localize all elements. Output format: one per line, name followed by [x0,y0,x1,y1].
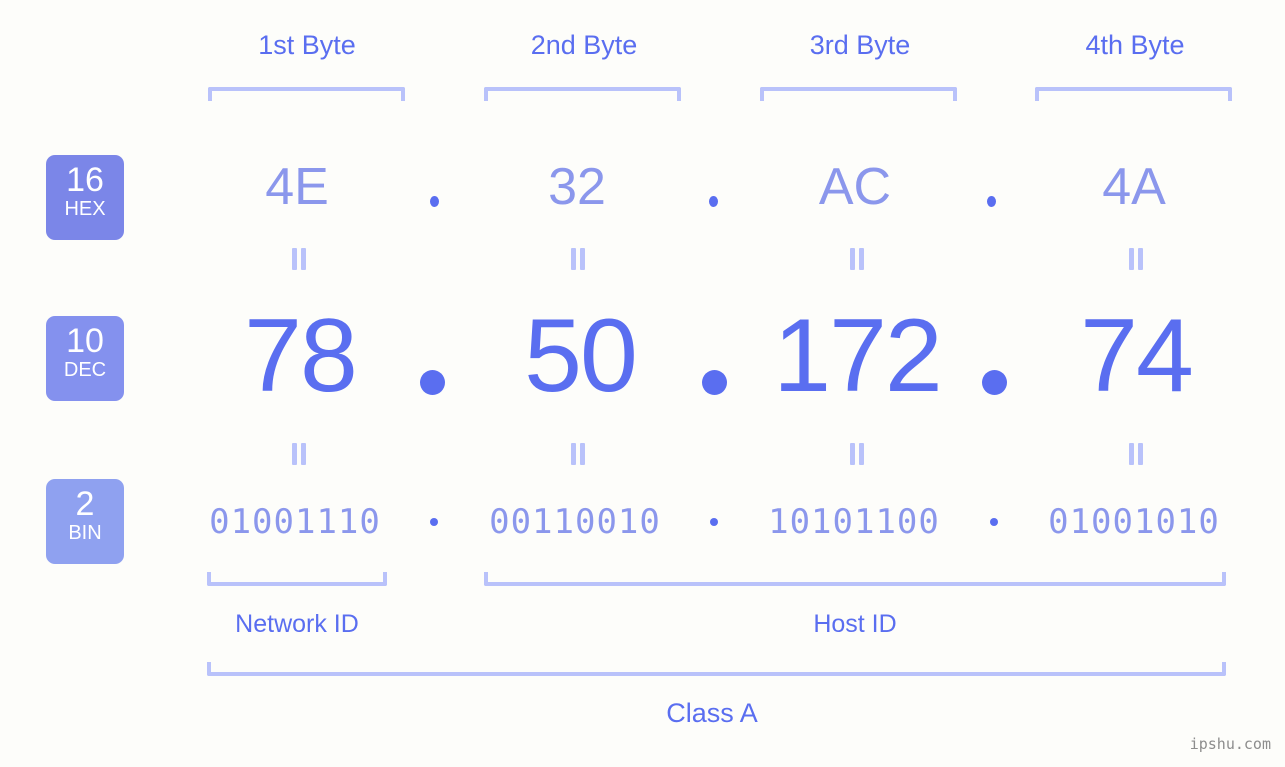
bin-value-byte-4: 01001010 [1048,502,1220,542]
bin-value-byte-2: 00110010 [489,502,661,542]
hex-separator-dot-3 [987,196,996,207]
byte-header-2: 2nd Byte [530,30,638,60]
network-id-label: Network ID [235,610,359,638]
ip-address-diagram: 1st Byte 2nd Byte 3rd Byte 4th Byte 16 H… [0,0,1285,767]
base-badge-bin: 2 BIN [46,479,124,564]
watermark: ipshu.com [1189,735,1271,753]
dec-value-byte-2: 50 [524,298,638,414]
class-label: Class A [666,698,758,728]
dec-value-byte-4: 74 [1080,298,1194,414]
hex-separator-dot-1 [430,196,439,207]
host-id-label: Host ID [813,610,897,638]
host-id-bracket [484,572,1226,586]
equals-icon-hex-dec-4 [1127,248,1145,270]
dec-separator-dot-3 [982,370,1007,395]
bin-separator-dot-1 [430,518,438,526]
base-badge-dec-label: DEC [63,359,107,381]
hex-separator-dot-2 [709,196,718,207]
equals-icon-hex-dec-3 [848,248,866,270]
equals-icon-dec-bin-2 [569,443,587,465]
equals-icon-dec-bin-1 [290,443,308,465]
hex-value-byte-4: 4A [1102,158,1166,216]
base-badge-bin-label: BIN [68,522,102,544]
bin-separator-dot-2 [710,518,718,526]
base-badge-hex-label: HEX [64,198,106,220]
dec-separator-dot-2 [702,370,727,395]
byte-header-3: 3rd Byte [809,30,911,60]
equals-icon-hex-dec-1 [290,248,308,270]
byte-bracket-4 [1035,87,1232,101]
hex-value-byte-1: 4E [265,158,329,216]
base-badge-bin-number: 2 [75,485,95,523]
dec-separator-dot-1 [420,370,445,395]
byte-header-4: 4th Byte [1085,30,1185,60]
dec-value-byte-1: 78 [244,298,358,414]
byte-bracket-2 [484,87,681,101]
base-badge-dec: 10 DEC [46,316,124,401]
bin-value-byte-3: 10101100 [768,502,940,542]
network-id-bracket [207,572,387,586]
hex-value-byte-2: 32 [548,158,606,216]
class-bracket [207,662,1226,676]
byte-header-1: 1st Byte [258,30,356,60]
base-badge-dec-number: 10 [66,322,104,360]
equals-icon-dec-bin-4 [1127,443,1145,465]
base-badge-hex: 16 HEX [46,155,124,240]
bin-value-byte-1: 01001110 [209,502,381,542]
byte-bracket-1 [208,87,405,101]
equals-icon-dec-bin-3 [848,443,866,465]
dec-value-byte-3: 172 [773,298,943,414]
base-badge-hex-number: 16 [66,161,104,199]
equals-icon-hex-dec-2 [569,248,587,270]
bin-separator-dot-3 [990,518,998,526]
hex-value-byte-3: AC [818,158,892,216]
byte-bracket-3 [760,87,957,101]
